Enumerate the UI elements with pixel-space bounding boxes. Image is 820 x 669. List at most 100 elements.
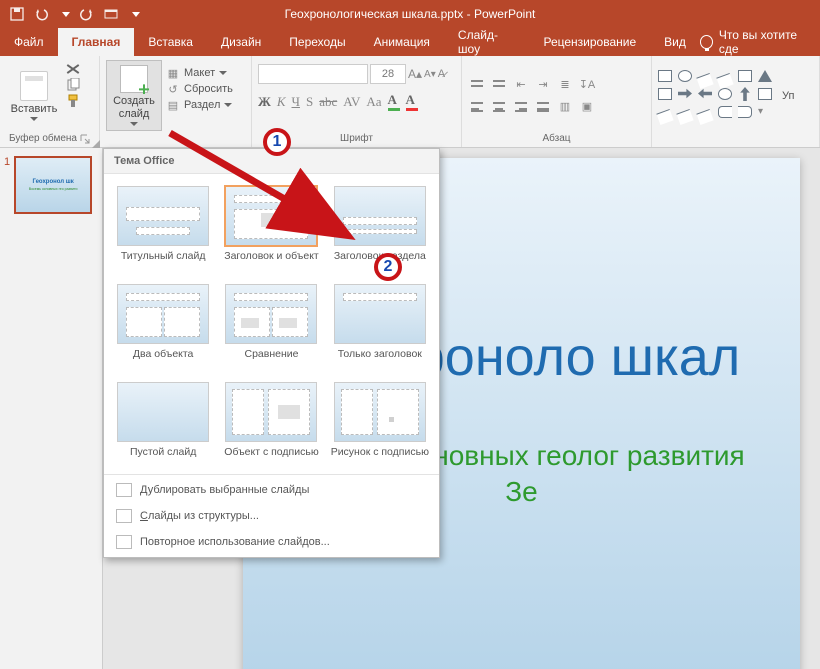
slide-thumbnails-panel: 1 Геохронол шк Восемь основных гео разви…: [0, 148, 103, 669]
shape-rectangle2[interactable]: [738, 70, 752, 82]
shape-oval[interactable]: [678, 70, 692, 82]
underline-button[interactable]: Ч: [292, 94, 300, 110]
reset-button[interactable]: ↺Сбросить: [166, 82, 233, 96]
bullets-button[interactable]: [468, 76, 486, 94]
align-right-button[interactable]: [512, 98, 530, 116]
smartart-button[interactable]: ▣: [578, 98, 596, 116]
shrink-font-icon[interactable]: A▾: [424, 69, 436, 80]
layout-button[interactable]: ▦Макет: [166, 66, 233, 80]
paste-label: Вставить: [11, 103, 58, 115]
annotation-callout-1: 1: [263, 128, 291, 156]
font-color-button[interactable]: A: [406, 92, 418, 111]
highlight-button[interactable]: A: [388, 92, 400, 111]
start-from-beginning-icon[interactable]: [104, 7, 118, 21]
section-button[interactable]: ▤Раздел: [166, 98, 233, 112]
shape-curve3[interactable]: [696, 108, 713, 124]
italic-button[interactable]: К: [277, 94, 286, 110]
columns-button[interactable]: ▥: [556, 98, 574, 116]
text-direction-button[interactable]: ↧A: [578, 76, 596, 94]
spacing-button[interactable]: AV: [343, 94, 360, 110]
format-painter-icon[interactable]: [66, 94, 80, 108]
arrange-button[interactable]: Уп: [782, 90, 794, 102]
shadow-button[interactable]: S: [306, 94, 313, 110]
ribbon-tabs: Файл Главная Вставка Дизайн Переходы Ани…: [0, 28, 820, 56]
tab-insert[interactable]: Вставка: [134, 28, 207, 56]
bold-button[interactable]: Ж: [258, 94, 271, 110]
layout-icon: ▦: [166, 66, 180, 80]
group-paragraph: ⇤ ⇥ ≣ ↧A ▥ ▣ Абзац: [462, 56, 652, 147]
copy-icon[interactable]: [66, 78, 80, 92]
shape-brace[interactable]: [718, 106, 732, 118]
tab-transitions[interactable]: Переходы: [275, 28, 359, 56]
align-justify-button[interactable]: [534, 98, 552, 116]
qat-customize-icon[interactable]: [132, 12, 140, 17]
shape-line2[interactable]: [716, 72, 733, 88]
title-bar: Геохронологическая шкала.pptx - PowerPoi…: [0, 0, 820, 28]
line-spacing-button[interactable]: ≣: [556, 76, 574, 94]
clipboard-dialog-launcher[interactable]: [80, 134, 90, 144]
shapes-more[interactable]: ▾: [758, 106, 772, 122]
shape-rect4[interactable]: [758, 88, 772, 100]
shape-arrow2[interactable]: [698, 88, 712, 100]
dec-indent-button[interactable]: ⇤: [512, 76, 530, 94]
shape-curve[interactable]: [656, 108, 673, 124]
tab-animation[interactable]: Анимация: [360, 28, 444, 56]
new-slide-button[interactable]: Создать слайд: [106, 60, 162, 131]
font-size-combo[interactable]: 28: [370, 64, 406, 84]
shape-rect3[interactable]: [658, 88, 672, 100]
grow-font-icon[interactable]: A▴: [408, 67, 422, 81]
numbering-button[interactable]: [490, 76, 508, 94]
tab-file[interactable]: Файл: [0, 28, 58, 56]
layout-blank[interactable]: Пустой слайд: [114, 382, 212, 470]
layout-comparison[interactable]: Сравнение: [222, 284, 320, 372]
slides-from-outline-item[interactable]: Слайды Слайды из структуры...из структур…: [104, 503, 439, 529]
shape-line[interactable]: [696, 72, 713, 88]
tab-home[interactable]: Главная: [58, 28, 135, 56]
font-family-combo[interactable]: [258, 64, 368, 84]
undo-dropdown-icon[interactable]: [62, 12, 70, 17]
shape-triangle[interactable]: [758, 70, 772, 82]
align-center-button[interactable]: [490, 98, 508, 116]
shape-rectangle[interactable]: [658, 70, 672, 82]
tell-me[interactable]: Что вы хотите сде: [700, 28, 820, 56]
new-slide-layout-dropdown: Тема Office Титульный слайд Заголовок и …: [103, 148, 440, 558]
cut-icon[interactable]: [66, 62, 80, 76]
save-icon[interactable]: [10, 7, 24, 21]
new-slide-dropdown-icon[interactable]: [130, 122, 138, 126]
layout-title-and-content[interactable]: Заголовок и объект: [222, 186, 320, 274]
ribbon: Вставить Буфер обмена Создать слайд ▦Мак…: [0, 56, 820, 148]
clear-format-icon[interactable]: A̷: [438, 68, 445, 80]
layout-content-caption[interactable]: Объект с подписью: [222, 382, 320, 470]
new-slide-label: Создать слайд: [109, 95, 159, 119]
paste-dropdown-icon[interactable]: [30, 117, 38, 121]
shape-arrow3[interactable]: [739, 87, 751, 101]
reset-icon: ↺: [166, 82, 180, 96]
shape-arrow[interactable]: [678, 88, 692, 100]
tab-view[interactable]: Вид: [650, 28, 700, 56]
tab-slideshow[interactable]: Слайд-шоу: [444, 28, 530, 56]
strike-button[interactable]: abc: [319, 94, 337, 110]
layout-title-only[interactable]: Только заголовок: [331, 284, 429, 372]
outline-icon: [116, 509, 132, 523]
shape-brace2[interactable]: [738, 106, 752, 118]
layout-title-slide[interactable]: Титульный слайд: [114, 186, 212, 274]
duplicate-slides-item[interactable]: Дублировать выбранные слайды: [104, 477, 439, 503]
redo-icon[interactable]: [80, 7, 94, 21]
align-left-button[interactable]: [468, 98, 486, 116]
inc-indent-button[interactable]: ⇥: [534, 76, 552, 94]
layout-two-content[interactable]: Два объекта: [114, 284, 212, 372]
paste-button[interactable]: Вставить: [6, 60, 62, 131]
undo-icon[interactable]: [34, 7, 48, 21]
annotation-callout-2: 2: [374, 253, 402, 281]
tab-design[interactable]: Дизайн: [207, 28, 275, 56]
duplicate-icon: [116, 483, 132, 497]
change-case-button[interactable]: Aa: [366, 94, 381, 110]
shape-curve2[interactable]: [676, 108, 693, 124]
section-icon: ▤: [166, 98, 180, 112]
tab-review[interactable]: Рецензирование: [529, 28, 650, 56]
thumbnail-1[interactable]: 1 Геохронол шк Восемь основных гео разви…: [4, 156, 98, 214]
shape-oval2[interactable]: [718, 88, 732, 100]
thumbnail-preview: Геохронол шк Восемь основных гео развити: [14, 156, 92, 214]
layout-picture-caption[interactable]: Рисунок с подписью: [331, 382, 429, 470]
reuse-slides-item[interactable]: Повторное использование слайдов...: [104, 529, 439, 555]
